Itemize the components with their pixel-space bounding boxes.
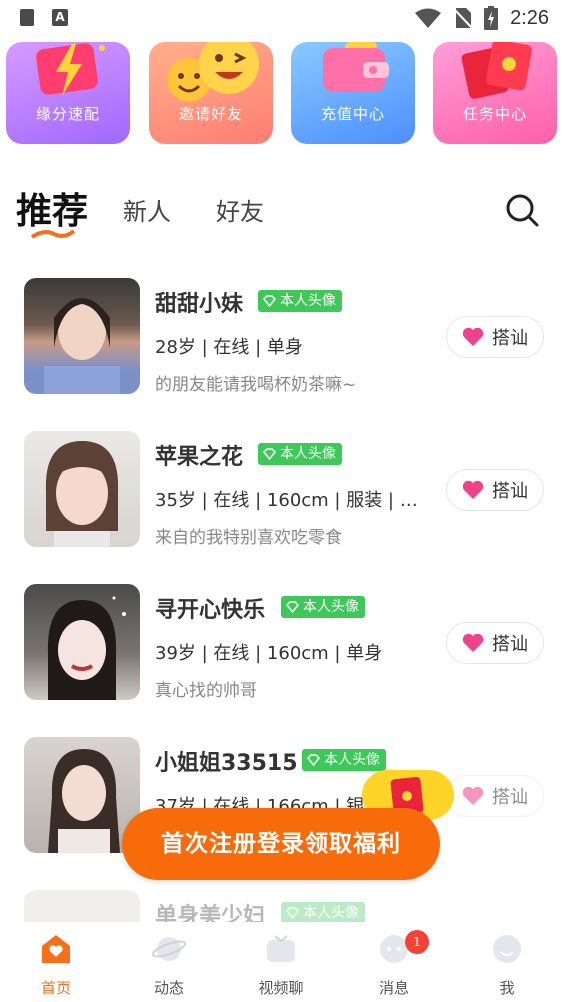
a-icon: A [52, 9, 68, 26]
verified-badge: 本人头像 [258, 443, 342, 465]
user-bio: 真心找的帅哥 [155, 681, 257, 701]
feature-cards: 缘分速配 邀请好友 充值中心 任务中心 [6, 38, 557, 146]
chat-up-button[interactable]: 搭讪 [446, 316, 544, 358]
card-fate-match[interactable]: 缘分速配 [6, 42, 130, 144]
user-info: 28岁 | 在线 | 单身 [155, 337, 303, 358]
card-label: 缘分速配 [35, 105, 100, 123]
chat-up-button[interactable]: 搭讪 [446, 775, 544, 817]
card-recharge-center[interactable]: 充值中心 [291, 42, 415, 144]
badge-label: 本人头像 [324, 752, 380, 768]
red-envelope-icon [461, 42, 532, 99]
list-item[interactable]: 单身美少妇 本人头像 [0, 874, 563, 922]
heart-icon [462, 327, 484, 346]
user-name: 单身美少妇 [155, 904, 266, 922]
tab-friends[interactable]: 好友 [216, 192, 264, 227]
nav-video-chat[interactable]: 视频聊 [236, 922, 326, 1002]
lightning-ticket-icon [36, 43, 105, 96]
chat-up-label: 搭讪 [492, 787, 528, 808]
badge-label: 本人头像 [280, 293, 336, 309]
nav-me[interactable]: 我 [462, 922, 552, 1002]
badge-label: 本人头像 [303, 905, 359, 921]
profile-icon [493, 935, 521, 963]
unread-badge: 1 [405, 930, 429, 954]
home-icon [42, 935, 70, 963]
wallet-icon [323, 42, 389, 92]
card-label: 邀请好友 [178, 105, 243, 123]
nav-home[interactable]: 首页 [11, 922, 101, 1002]
list-item[interactable]: 甜甜小妹 本人头像 28岁 | 在线 | 单身 的朋友能请我喝杯奶茶嘛~ 搭讪 [0, 262, 563, 402]
card-label: 充值中心 [320, 105, 385, 123]
diamond-icon [286, 907, 299, 919]
avatar[interactable] [24, 431, 140, 547]
user-name: 苹果之花 [155, 445, 244, 470]
nav-label: 我 [499, 979, 515, 997]
battery-icon [484, 6, 499, 30]
avatar[interactable] [24, 278, 140, 394]
verified-badge: 本人头像 [258, 290, 342, 312]
diamond-icon [263, 448, 276, 460]
status-time: 2:26 [510, 6, 549, 29]
card-label: 任务中心 [462, 105, 527, 123]
user-info: 35岁 | 在线 | 160cm | 服装 | 单... [155, 490, 425, 511]
nav-label: 动态 [153, 979, 184, 997]
register-promo-button[interactable]: 首次注册登录领取福利 [122, 808, 440, 880]
badge-label: 本人头像 [280, 446, 336, 462]
chat-up-button[interactable]: 搭讪 [446, 469, 544, 511]
heart-icon [462, 480, 484, 499]
search-icon[interactable] [504, 192, 540, 228]
nav-label: 视频聊 [258, 979, 304, 997]
planet-icon [152, 937, 186, 961]
smiley-faces-icon [167, 42, 259, 102]
chat-up-label: 搭讪 [492, 481, 528, 502]
user-bio: 的朋友能请我喝杯奶茶嘛~ [155, 375, 357, 395]
diamond-icon [307, 754, 320, 766]
video-chat-icon [267, 935, 295, 962]
nav-label: 消息 [378, 979, 409, 997]
avatar[interactable] [24, 890, 140, 922]
badge-label: 本人头像 [303, 599, 359, 615]
wifi-icon [415, 8, 442, 28]
list-item[interactable]: 苹果之花 本人头像 35岁 | 在线 | 160cm | 服装 | 单... 来… [0, 415, 563, 555]
diamond-icon [263, 295, 276, 307]
avatar[interactable] [24, 584, 140, 700]
user-name: 甜甜小妹 [155, 292, 244, 317]
feed-tabs: 推荐 新人 好友 [16, 178, 546, 248]
nav-messages[interactable]: 1 消息 [349, 922, 439, 1002]
heart-icon [462, 786, 484, 805]
user-bio: 来自的我特别喜欢吃零食 [155, 528, 342, 548]
user-name: 小姐姐33515 [155, 751, 298, 776]
tab-recommend[interactable]: 推荐 [16, 182, 88, 234]
diamond-icon [286, 601, 299, 613]
chat-up-label: 搭讪 [492, 328, 528, 349]
list-item[interactable]: 寻开心快乐 本人头像 39岁 | 在线 | 160cm | 单身 真心找的帅哥 … [0, 568, 563, 708]
user-info: 39岁 | 在线 | 160cm | 单身 [155, 643, 383, 664]
chat-up-label: 搭讪 [492, 634, 528, 655]
chat-up-button[interactable]: 搭讪 [446, 622, 544, 664]
tab-active-indicator [30, 229, 76, 239]
card-invite-friends[interactable]: 邀请好友 [149, 42, 273, 144]
verified-badge: 本人头像 [281, 902, 365, 922]
tab-newcomers[interactable]: 新人 [123, 192, 171, 227]
verified-badge: 本人头像 [281, 596, 365, 618]
status-bar: A 2:26 [0, 0, 563, 36]
verified-badge: 本人头像 [302, 749, 386, 771]
lock-icon [20, 9, 34, 26]
no-sim-icon [454, 8, 473, 29]
card-task-center[interactable]: 任务中心 [433, 42, 557, 144]
heart-icon [462, 633, 484, 652]
nav-label: 首页 [40, 979, 71, 997]
nav-moments[interactable]: 动态 [124, 922, 214, 1002]
user-name: 寻开心快乐 [155, 598, 266, 623]
bottom-nav: 首页 动态 视频聊 1 消息 我 [0, 922, 563, 1002]
